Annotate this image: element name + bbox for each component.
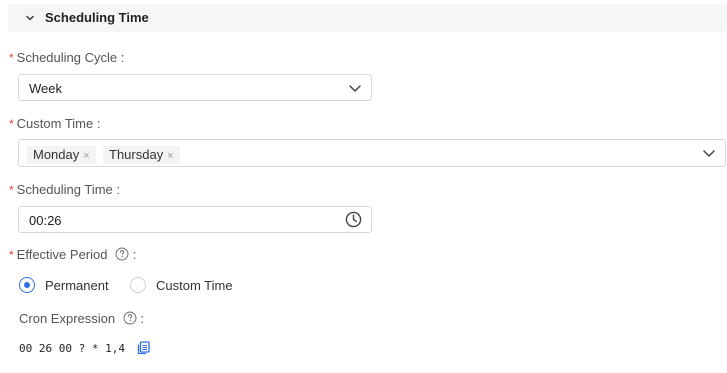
required-mark: *: [9, 183, 14, 197]
chevron-down-icon: [349, 85, 361, 92]
radio-permanent[interactable]: [19, 277, 35, 293]
chevron-down-icon: [26, 15, 34, 21]
tag-label: Monday: [33, 147, 80, 162]
tag-thursday: Thursday ×: [103, 146, 180, 164]
scheduling-cycle-label: * Scheduling Cycle :: [9, 50, 124, 65]
custom-time-label-text: Custom Time :: [16, 116, 101, 131]
close-icon[interactable]: ×: [83, 150, 89, 162]
radio-custom-time[interactable]: [130, 277, 146, 293]
scheduling-time-value: 00:26: [29, 213, 62, 228]
chevron-down-icon: [703, 150, 715, 157]
tag-monday: Monday ×: [27, 146, 96, 164]
colon: :: [132, 247, 137, 262]
colon: :: [140, 311, 144, 326]
custom-time-multiselect[interactable]: Monday × Thursday ×: [18, 139, 726, 167]
question-circle-icon[interactable]: [115, 247, 129, 261]
cron-expression-label-text: Cron Expression: [19, 311, 116, 326]
scheduling-time-label-text: Scheduling Time :: [16, 182, 121, 197]
effective-period-label: * Effective Period :: [9, 247, 136, 262]
cron-expression-label: Cron Expression :: [19, 311, 144, 326]
copy-icon[interactable]: [137, 341, 150, 355]
custom-time-label: * Custom Time :: [9, 116, 100, 131]
effective-period-label-text: Effective Period: [16, 247, 108, 262]
radio-permanent-label[interactable]: Permanent: [45, 278, 109, 293]
required-mark: *: [9, 51, 14, 65]
required-mark: *: [9, 248, 14, 262]
section-title: Scheduling Time: [45, 10, 149, 25]
required-mark: *: [9, 117, 14, 131]
clock-icon: [345, 211, 362, 228]
scheduling-cycle-select[interactable]: Week: [18, 74, 372, 101]
radio-custom-time-label[interactable]: Custom Time: [156, 278, 233, 293]
close-icon[interactable]: ×: [167, 150, 173, 162]
scheduling-time-label: * Scheduling Time :: [9, 182, 120, 197]
scheduling-time-picker[interactable]: 00:26: [18, 206, 372, 233]
tag-label: Thursday: [109, 147, 164, 162]
section-header-scheduling-time[interactable]: Scheduling Time: [8, 4, 727, 32]
scheduling-cycle-value: Week: [29, 81, 62, 96]
scheduling-cycle-label-text: Scheduling Cycle :: [16, 50, 125, 65]
cron-expression-value: 00 26 00 ? * 1,4: [19, 342, 125, 355]
question-circle-icon[interactable]: [123, 311, 137, 325]
